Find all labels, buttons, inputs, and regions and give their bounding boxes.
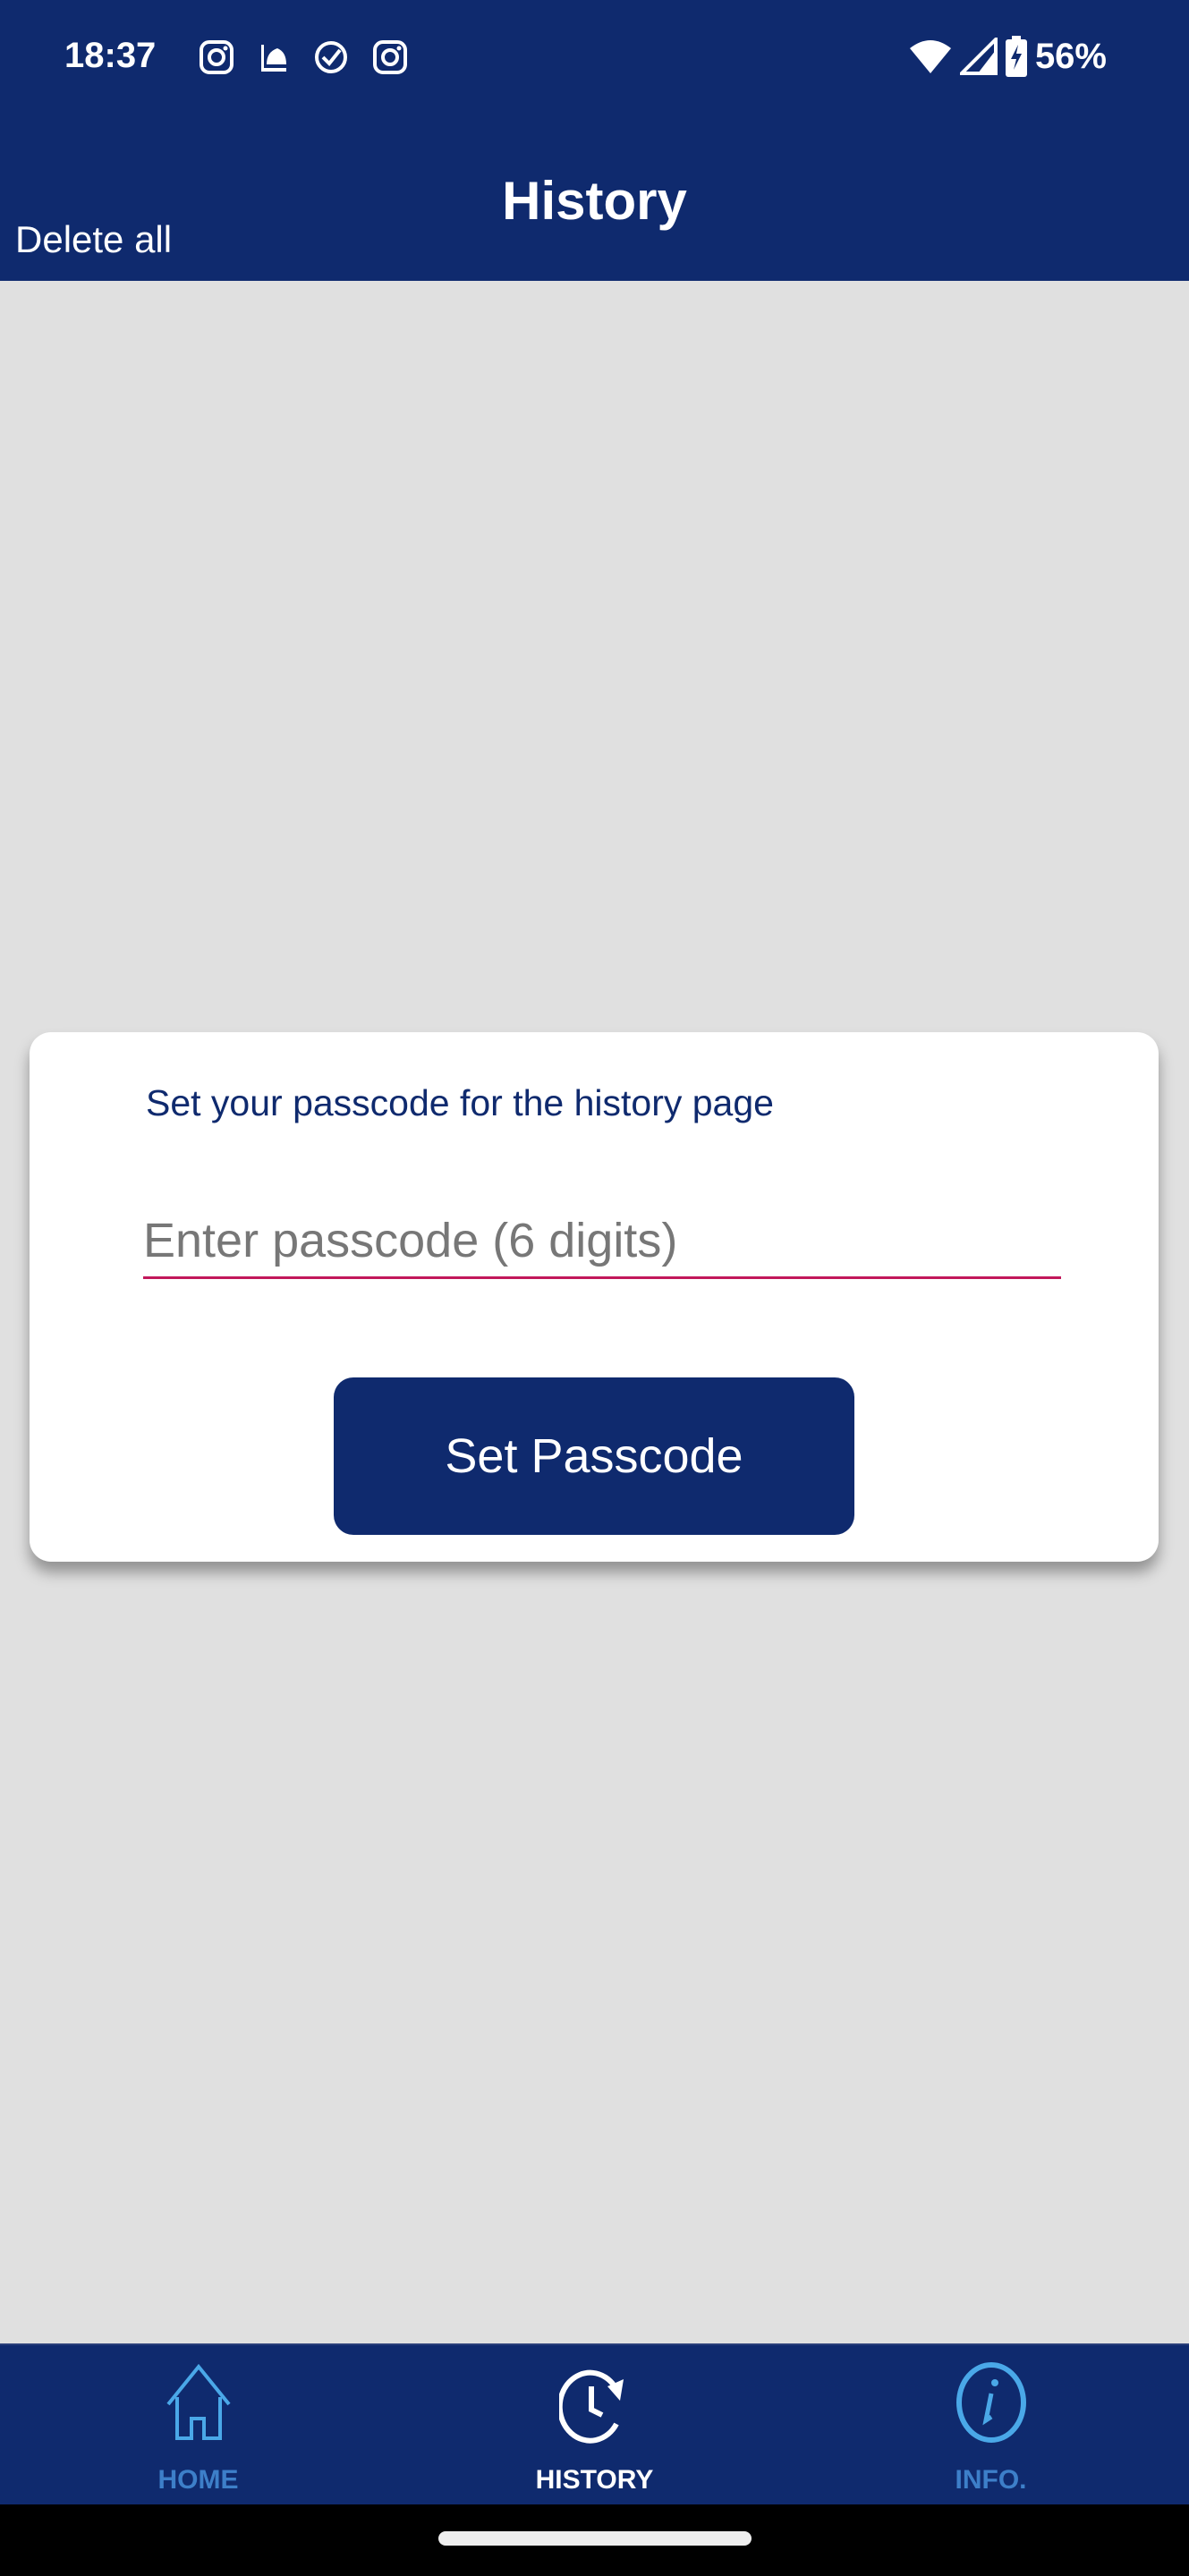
info-icon [955,2362,1026,2443]
status-time: 18:37 [64,36,157,75]
mosque-app-icon [261,45,286,72]
nav-item-home[interactable]: HOME [0,2345,396,2504]
page-title: History [502,171,687,231]
set-passcode-button[interactable]: Set Passcode [334,1377,854,1535]
wifi-icon [909,40,951,73]
passcode-input[interactable] [143,1204,1061,1279]
bottom-navigation: HOME HISTORY INFO. [0,2343,1189,2504]
cellular-signal-icon [959,38,998,75]
instagram-icon [373,40,407,74]
nav-label: INFO. [955,2465,1027,2495]
system-status-icons: 56% [908,36,1107,77]
instagram-icon [200,40,234,74]
nav-label: HOME [157,2465,239,2495]
nav-item-info[interactable]: INFO. [793,2345,1189,2504]
battery-percentage: 56% [1034,36,1107,76]
battery-charging-icon [1005,36,1027,77]
home-icon [166,2363,231,2440]
nav-label: HISTORY [535,2465,654,2495]
nav-item-history[interactable]: HISTORY [396,2345,793,2504]
system-navigation-bar [0,2504,1189,2576]
check-circle-icon [315,41,347,73]
home-indicator[interactable] [438,2531,752,2546]
history-icon [558,2369,624,2444]
notification-icons [199,39,408,75]
set-passcode-dialog: Set your passcode for the history page S… [30,1032,1159,1562]
app-header: 18:37 56% History Delete all [0,0,1189,281]
passcode-prompt-label: Set your passcode for the history page [146,1082,774,1123]
delete-all-button[interactable]: Delete all [15,218,172,261]
